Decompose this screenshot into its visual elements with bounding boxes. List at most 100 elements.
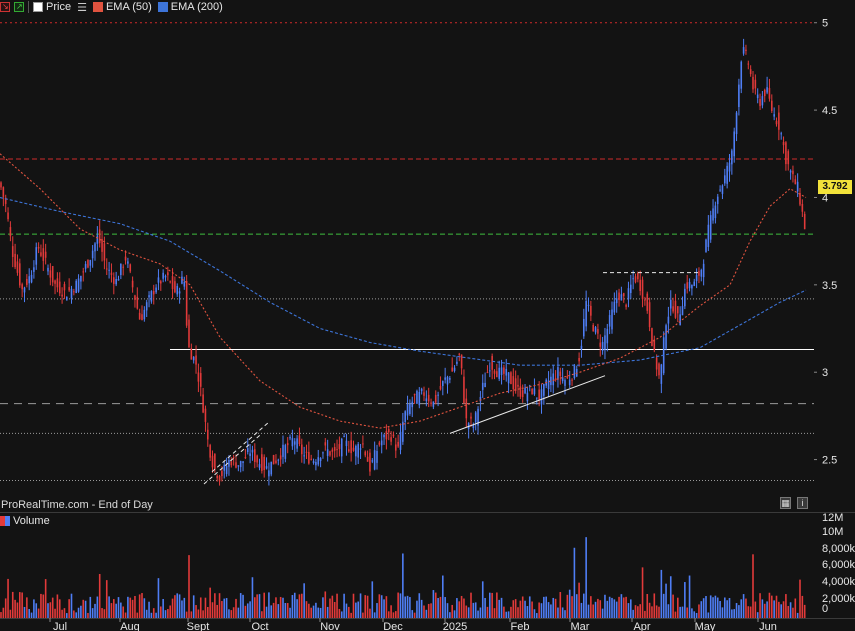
candle-body <box>308 451 310 464</box>
candle-body <box>474 412 477 423</box>
candle-body <box>113 277 115 284</box>
info-icon[interactable]: i <box>797 497 808 509</box>
volume-bar <box>11 591 14 618</box>
candle-body <box>780 133 782 135</box>
volume-bar <box>348 606 350 618</box>
volume-bar <box>47 603 49 618</box>
candle-body <box>120 263 122 275</box>
volume-bar <box>268 592 270 618</box>
candle-body <box>289 436 291 439</box>
candle-body <box>782 141 785 146</box>
volume-bar <box>796 612 799 618</box>
candle-body <box>655 357 658 370</box>
calendar-icon[interactable]: ▦ <box>780 497 791 509</box>
volume-bar <box>176 593 179 618</box>
candle-body <box>279 455 282 460</box>
candle-body <box>115 278 117 285</box>
candle-body <box>742 47 745 54</box>
volume-bar <box>632 609 634 618</box>
candle-body <box>500 367 503 375</box>
volume-bar <box>726 600 728 618</box>
volume-bar <box>439 596 442 618</box>
candle-body <box>387 429 390 433</box>
volume-bar <box>778 601 780 618</box>
volume-bar <box>19 592 21 618</box>
volume-bar <box>66 613 68 618</box>
volume-bar <box>113 599 115 618</box>
candle-body <box>265 466 268 469</box>
candle-body <box>127 261 129 264</box>
volume-bar <box>157 578 160 618</box>
volume-bar <box>691 608 693 618</box>
legend-price[interactable]: Price <box>33 1 71 13</box>
volume-bar <box>735 603 738 618</box>
candle-body <box>261 454 263 471</box>
volume-bar <box>371 581 374 618</box>
volume-label: Volume <box>13 515 50 527</box>
volume-bar <box>453 610 456 618</box>
volume-bar <box>195 605 197 618</box>
candle-body <box>484 382 486 388</box>
volume-bar <box>658 606 660 618</box>
candle-body <box>458 353 461 355</box>
volume-bar <box>712 597 714 618</box>
volume-bar <box>75 612 77 618</box>
legend-ema50[interactable]: EMA (50) <box>92 1 152 13</box>
candle-body <box>167 272 169 276</box>
candle-body <box>28 276 30 284</box>
volume-bar <box>564 610 566 618</box>
volume-bar <box>89 596 92 618</box>
legend-ema200[interactable]: EMA (200) <box>157 1 223 13</box>
candle-body <box>590 305 592 316</box>
volume-bar <box>465 605 468 618</box>
candle-body <box>178 291 181 294</box>
volume-bar <box>73 610 75 618</box>
legend-options[interactable]: ☰ <box>77 1 87 14</box>
volume-bar <box>639 604 641 618</box>
volume-bar <box>357 601 359 618</box>
price-volume-chart[interactable]: 54.543.532.512M10M8,000k6,000k4,000k2,00… <box>0 0 855 631</box>
watermark-text: ProRealTime.com - End of Day <box>1 499 153 511</box>
volume-bar <box>425 609 428 618</box>
candle-body <box>613 301 616 313</box>
candle-body <box>789 170 792 173</box>
volume-bar <box>21 592 23 618</box>
price-tick-label: 5 <box>822 18 828 30</box>
volume-bar <box>315 602 317 618</box>
candle-body <box>470 416 472 419</box>
candle-body <box>735 112 738 135</box>
volume-bar <box>592 604 594 618</box>
candle-body <box>672 306 674 312</box>
candle-body <box>679 314 681 325</box>
candle-body <box>75 280 77 294</box>
volume-bar <box>390 605 392 618</box>
time-tick-label: May <box>695 621 716 631</box>
arrow-up-icon[interactable]: ↗ <box>14 2 24 12</box>
volume-bar <box>190 611 193 618</box>
volume-bar <box>507 611 510 618</box>
candle-body <box>583 318 585 337</box>
volume-bar <box>698 604 700 618</box>
candle-body <box>131 280 134 288</box>
volume-bar <box>369 608 371 618</box>
candle-body <box>599 342 602 347</box>
candle-body <box>26 279 28 285</box>
volume-bar <box>512 600 515 618</box>
candle-body <box>242 461 244 463</box>
volume-bar <box>94 603 96 618</box>
volume-bar <box>606 600 609 618</box>
volume-bar <box>655 605 658 618</box>
arrow-down-icon[interactable]: ↘ <box>0 2 10 12</box>
menu-icon[interactable]: ☰ <box>77 1 87 14</box>
candle-body <box>239 461 242 468</box>
volume-bar <box>493 608 496 618</box>
candle-body <box>216 475 218 479</box>
candle-body <box>759 99 761 107</box>
volume-bar <box>333 602 336 618</box>
candle-body <box>35 247 38 265</box>
volume-bar <box>731 609 733 618</box>
volume-bar <box>709 595 712 618</box>
volume-bar <box>136 612 139 618</box>
candle-body <box>11 246 14 257</box>
candle-body <box>331 449 334 452</box>
